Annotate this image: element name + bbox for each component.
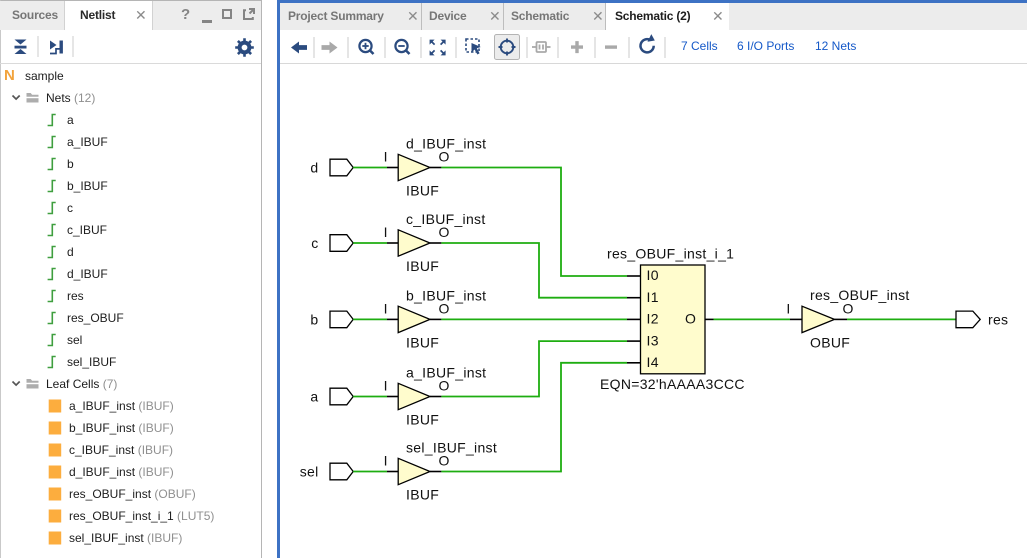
svg-text:res_OBUF_inst_i_1: res_OBUF_inst_i_1 (607, 246, 734, 262)
svg-text:c: c (311, 235, 318, 251)
svg-text:d: d (310, 160, 318, 176)
svg-text:IBUF: IBUF (406, 487, 439, 503)
svg-text:IBUF: IBUF (406, 334, 439, 350)
svg-text:I: I (786, 300, 790, 316)
svg-text:res: res (988, 312, 1008, 328)
svg-text:c_IBUF_inst: c_IBUF_inst (406, 211, 486, 227)
svg-text:sel_IBUF_inst: sel_IBUF_inst (406, 440, 497, 456)
svg-text:I: I (384, 453, 388, 469)
svg-text:I3: I3 (647, 332, 659, 348)
svg-text:I: I (384, 224, 388, 240)
svg-text:a_IBUF_inst: a_IBUF_inst (406, 365, 486, 381)
svg-text:b_IBUF_inst: b_IBUF_inst (406, 287, 486, 303)
svg-text:a: a (310, 389, 318, 405)
svg-text:d_IBUF_inst: d_IBUF_inst (406, 136, 486, 152)
svg-text:sel: sel (300, 464, 319, 480)
svg-text:res_OBUF_inst: res_OBUF_inst (810, 287, 910, 303)
svg-text:b: b (310, 312, 318, 328)
svg-text:OBUF: OBUF (810, 334, 850, 350)
svg-text:I0: I0 (647, 267, 659, 283)
svg-text:I: I (384, 378, 388, 394)
svg-text:I: I (384, 300, 388, 316)
svg-text:EQN=32'hAAAA3CCC: EQN=32'hAAAA3CCC (600, 376, 745, 392)
svg-text:IBUF: IBUF (406, 258, 439, 274)
svg-text:IBUF: IBUF (406, 412, 439, 428)
svg-text:I1: I1 (647, 289, 659, 305)
svg-text:I4: I4 (647, 354, 659, 370)
svg-text:O: O (685, 310, 696, 326)
svg-text:IBUF: IBUF (406, 183, 439, 199)
svg-text:I2: I2 (647, 311, 659, 327)
svg-text:I: I (384, 149, 388, 165)
